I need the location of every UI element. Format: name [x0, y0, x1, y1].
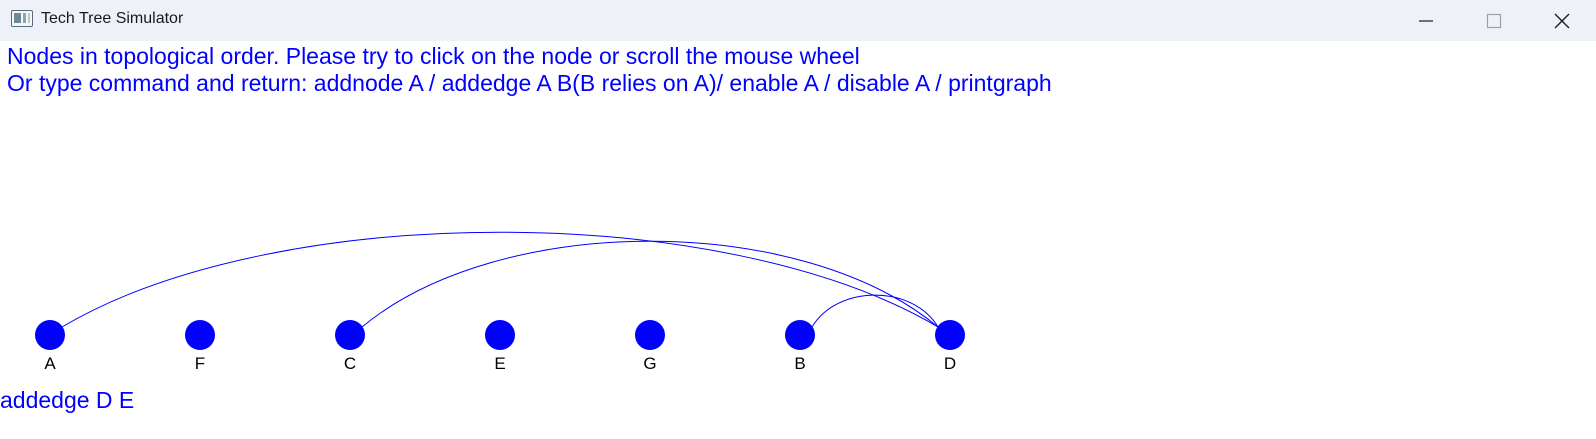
command-input[interactable]: addedge D E	[0, 386, 134, 414]
node-label-D: D	[943, 354, 957, 373]
window-title: Tech Tree Simulator	[41, 10, 184, 27]
node-G[interactable]	[635, 320, 665, 350]
title-bar[interactable]: Tech Tree Simulator	[0, 0, 1596, 41]
maximize-icon	[1486, 13, 1502, 28]
node-label-C: C	[343, 354, 357, 373]
app-window-icon	[11, 10, 33, 27]
node-C[interactable]	[335, 320, 365, 350]
edge-A-D	[61, 231, 939, 328]
minimize-button[interactable]	[1393, 0, 1459, 41]
node-label-F: F	[194, 354, 206, 373]
node-A[interactable]	[35, 320, 65, 350]
app-window: Tech Tree Simulator Nodes in topological…	[0, 0, 1596, 439]
node-E[interactable]	[485, 320, 515, 350]
maximize-button[interactable]	[1461, 0, 1527, 41]
canvas-area[interactable]: Nodes in topological order. Please try t…	[0, 41, 1596, 439]
node-B[interactable]	[785, 320, 815, 350]
node-label-G: G	[643, 354, 657, 373]
node-label-E: E	[494, 354, 506, 373]
node-D[interactable]	[935, 320, 965, 350]
tech-tree-graph[interactable]	[0, 41, 1596, 439]
close-icon	[1554, 13, 1570, 28]
node-label-B: B	[794, 354, 806, 373]
edge-C-D	[361, 240, 939, 328]
close-button[interactable]	[1529, 0, 1595, 41]
node-label-A: A	[44, 354, 56, 373]
node-F[interactable]	[185, 320, 215, 350]
edge-B-D	[811, 294, 939, 328]
minimize-icon	[1419, 19, 1433, 22]
